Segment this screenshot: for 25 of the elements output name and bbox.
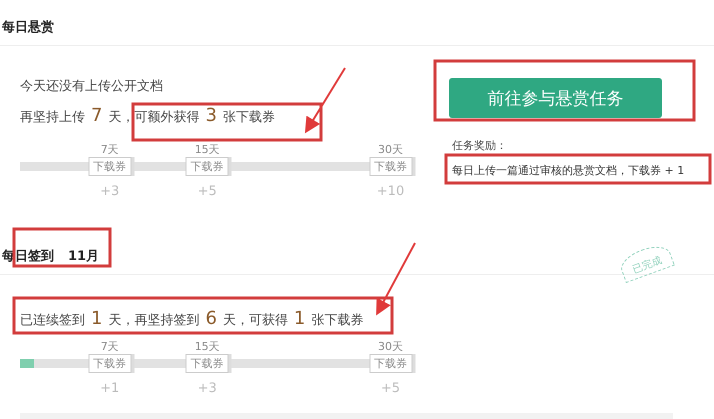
task-reward-text: 每日上传一篇通过审核的悬赏文档，下载券 + 1 [452,163,686,178]
section-title: 每日悬赏 [2,19,54,36]
coupon-tag: 下载券 [186,354,229,373]
milestone-day: 30天 [378,339,403,354]
status-text: 今天还没有上传公开文档 [20,78,164,96]
progress-sentence: 已连续签到 1 天，再坚持签到 6 天，可获得 1 张下载券 [20,308,364,329]
annotation-arrow [304,67,346,134]
progress-sentence: 再坚持上传 7 天，可额外获得 3 张下载券 [20,105,275,126]
milestone-bonus: +5 [380,381,400,396]
milestone-bonus: +1 [100,381,120,396]
task-reward-label: 任务奖励： [452,138,508,153]
milestone-day: 15天 [194,339,220,354]
coupon-tag: 下载券 [88,354,132,373]
milestone-bonus: +3 [100,184,120,199]
milestone-bonus: +10 [376,184,404,199]
coupon-tag: 下载券 [88,157,132,176]
coupon-tag: 下载券 [186,157,229,176]
milestone-day: 7天 [100,142,119,157]
milestone-bonus: +5 [198,184,217,199]
milestone-day: 15天 [194,142,220,157]
join-task-button[interactable]: 前往参与悬赏任务 [449,78,662,118]
milestone-bonus: +3 [198,381,217,396]
milestone-day: 7天 [100,339,119,354]
milestone-day: 30天 [378,142,403,157]
month-label: 11月 [68,248,100,265]
